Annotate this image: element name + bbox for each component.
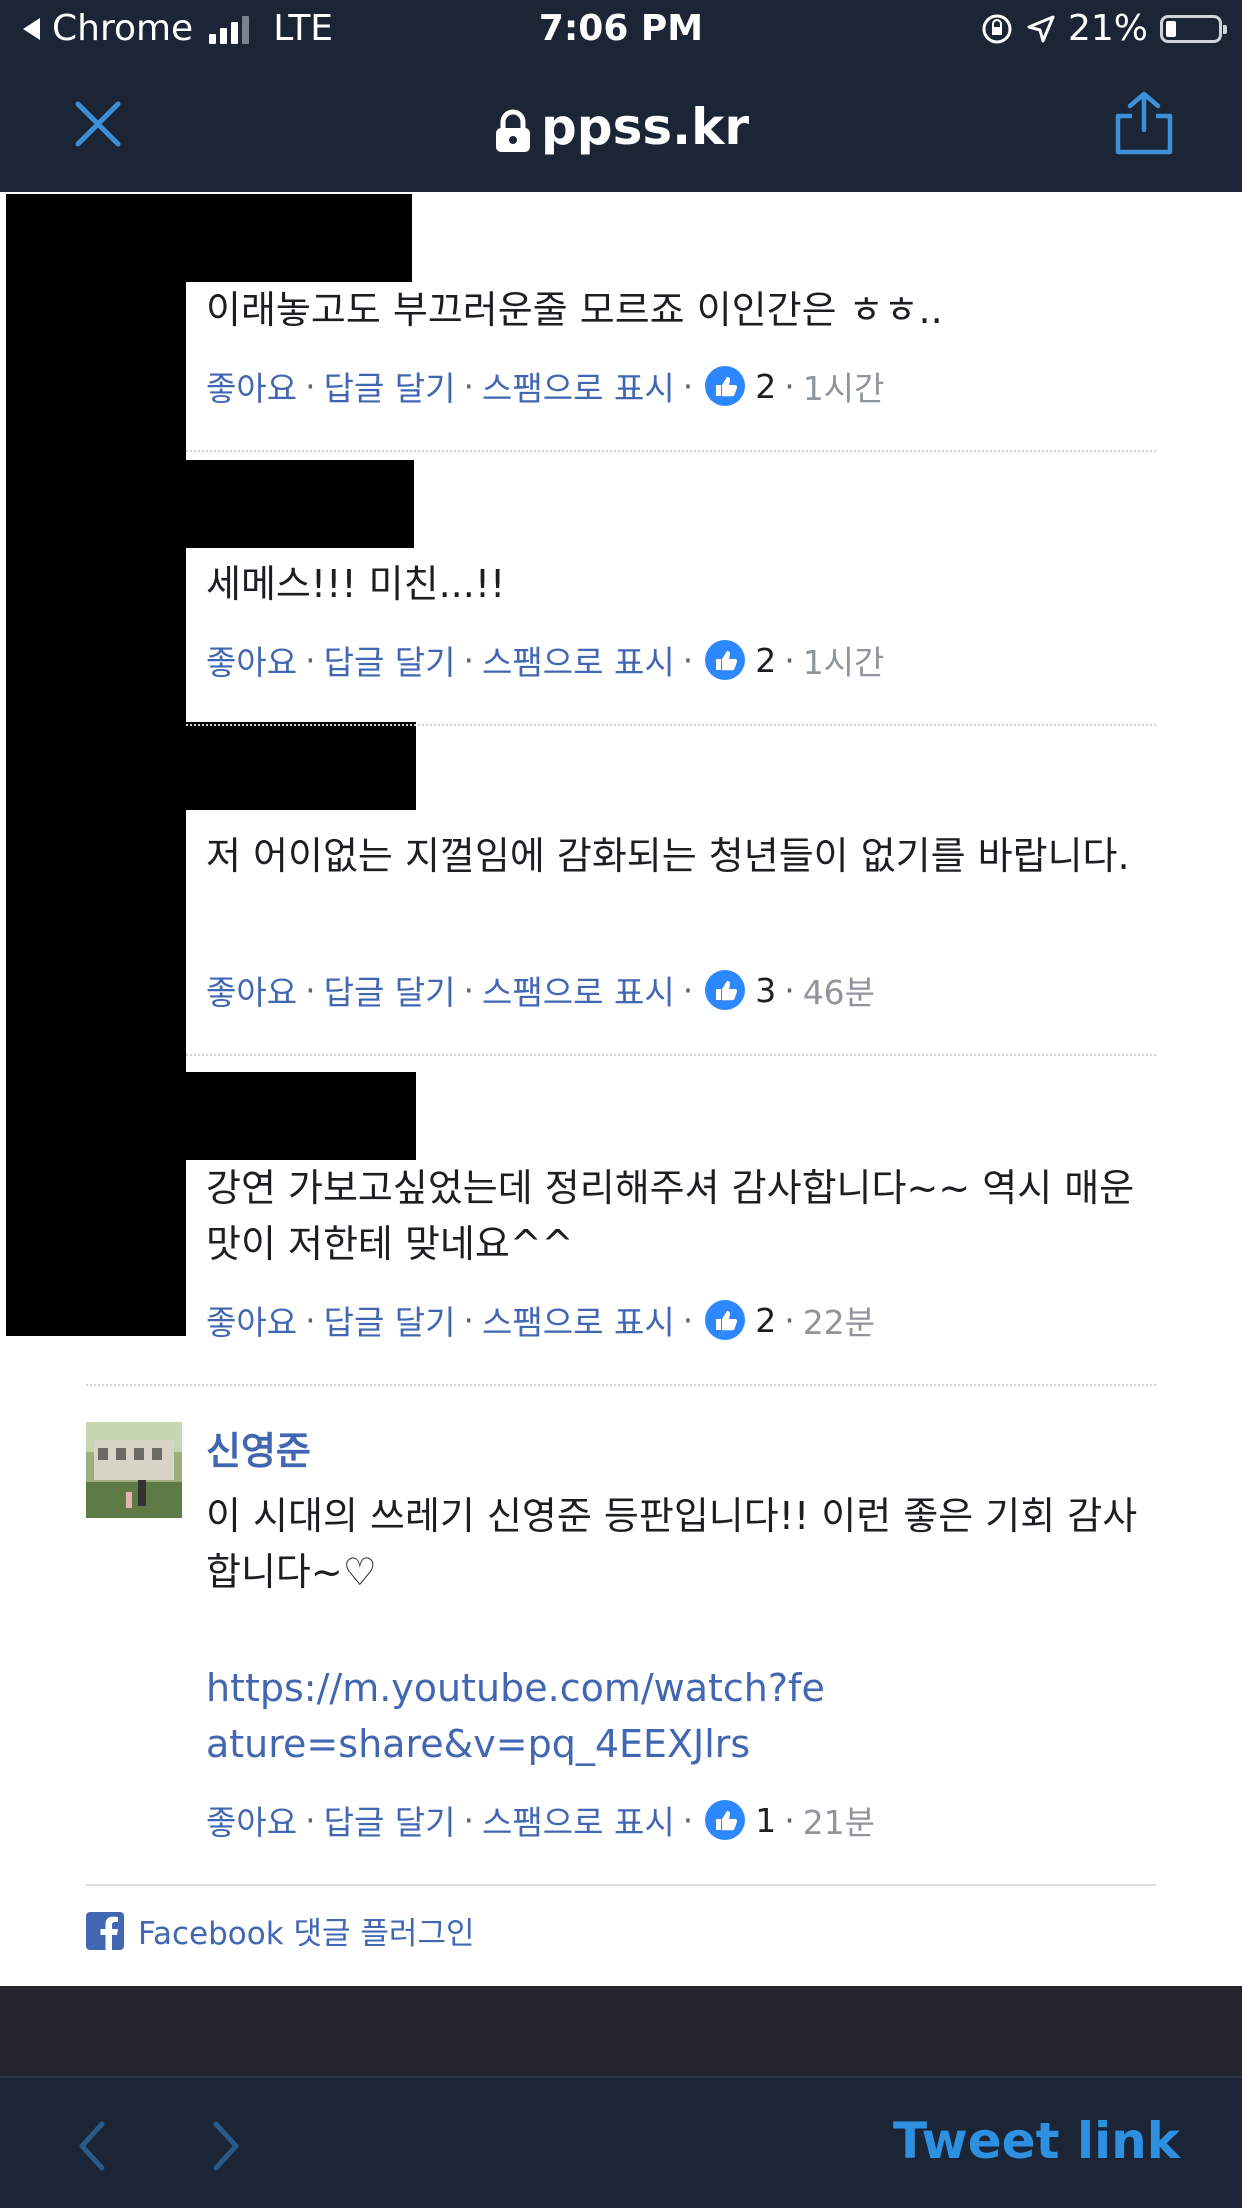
lock-icon — [495, 109, 530, 152]
thumbs-up-icon — [705, 970, 746, 1010]
battery-icon — [1160, 14, 1227, 43]
comments-content: 이래놓고도 부끄러운줄 모르죠 이인간은 ㅎㅎ.. 좋아요 · 답글 달기 · 스팸… — [0, 192, 1242, 1986]
redacted-block — [6, 194, 186, 1336]
like-count: 2 — [755, 640, 777, 680]
reply-link[interactable]: 답글 달기 — [324, 1796, 456, 1844]
forward-arrow-icon[interactable] — [206, 2116, 246, 2176]
comment-author[interactable]: 신영준 — [206, 1420, 311, 1475]
reply-link[interactable]: 답글 달기 — [324, 966, 456, 1014]
thumbs-up-icon — [705, 1800, 746, 1840]
reply-link[interactable]: 답글 달기 — [324, 362, 456, 410]
url-display[interactable]: ppss.kr — [0, 98, 1242, 156]
thumbs-up-icon — [705, 1300, 746, 1340]
plugin-divider — [86, 1884, 1156, 1886]
spam-link[interactable]: 스팸으로 표시 — [482, 1296, 675, 1344]
like-count: 2 — [755, 366, 777, 406]
spam-link[interactable]: 스팸으로 표시 — [482, 636, 675, 684]
spam-link[interactable]: 스팸으로 표시 — [482, 966, 675, 1014]
like-count: 2 — [755, 1300, 777, 1340]
status-bar: Chrome LTE 7:06 PM 21% — [0, 0, 1242, 64]
comment-text: 이 시대의 쓰레기 신영준 등판입니다!! 이런 좋은 기회 감사합니다~♡ — [206, 1494, 1138, 1594]
redacted-block — [186, 1072, 416, 1160]
like-link[interactable]: 좋아요 — [206, 1796, 297, 1844]
location-icon — [1027, 15, 1055, 42]
redacted-block — [186, 194, 412, 282]
comment-time: 21분 — [802, 1803, 876, 1842]
browser-toolbar: Tweet link — [0, 2076, 1242, 2208]
like-count: 1 — [755, 1800, 777, 1840]
comment-actions: 좋아요 · 답글 달기 · 스팸으로 표시 · 2 · 22분 — [206, 1296, 875, 1344]
comment-actions: 좋아요 · 답글 달기 · 스팸으로 표시 · 2 · 1시간 — [206, 636, 884, 684]
plugin-label: Facebook 댓글 플러그인 — [138, 1916, 475, 1952]
comment-actions: 좋아요 · 답글 달기 · 스팸으로 표시 · 3 · 46분 — [206, 966, 875, 1014]
youtube-link[interactable]: https://m.youtube.com/watch?feature=shar… — [206, 1660, 826, 1772]
facebook-plugin-footer[interactable]: Facebook 댓글 플러그인 — [86, 1908, 475, 1953]
tweet-link-button[interactable]: Tweet link — [893, 2112, 1180, 2170]
battery-percent: 21% — [1067, 8, 1148, 49]
avatar[interactable] — [86, 1422, 182, 1518]
reply-link[interactable]: 답글 달기 — [324, 1296, 456, 1344]
comment-text: 세메스!!! 미친...!! — [206, 562, 506, 606]
spam-link[interactable]: 스팸으로 표시 — [482, 362, 675, 410]
thumbs-up-icon — [705, 640, 746, 680]
spam-link[interactable]: 스팸으로 표시 — [482, 1796, 675, 1844]
facebook-icon — [86, 1911, 124, 1950]
comment-divider — [186, 450, 1156, 452]
url-domain: ppss.kr — [540, 98, 749, 156]
comment-time: 22분 — [802, 1303, 876, 1342]
like-link[interactable]: 좋아요 — [206, 1296, 297, 1344]
comment-divider — [86, 1384, 1156, 1386]
orientation-lock-icon — [982, 14, 1012, 43]
comment-time: 46분 — [802, 973, 876, 1012]
redacted-block — [186, 722, 416, 810]
like-link[interactable]: 좋아요 — [206, 966, 297, 1014]
redacted-block — [186, 460, 414, 548]
page-bottom-strip — [0, 1986, 1242, 2076]
back-arrow-icon[interactable] — [72, 2116, 112, 2176]
reply-link[interactable]: 답글 달기 — [324, 636, 456, 684]
thumbs-up-icon — [705, 366, 746, 406]
comment-time: 1시간 — [802, 643, 885, 682]
comment-actions: 좋아요 · 답글 달기 · 스팸으로 표시 · 2 · 1시간 — [206, 362, 884, 410]
comment-actions: 좋아요 · 답글 달기 · 스팸으로 표시 · 1 · 21분 — [206, 1796, 875, 1844]
comment-divider — [186, 1054, 1156, 1056]
like-count: 3 — [755, 970, 777, 1010]
comment-divider — [186, 724, 1156, 726]
browser-nav-bar: ppss.kr — [0, 64, 1242, 192]
share-icon[interactable] — [1112, 90, 1176, 156]
comment-text: 강연 가보고싶었는데 정리해주셔 감사합니다~~ 역시 매운맛이 저한테 맞네요… — [206, 1166, 1135, 1266]
like-link[interactable]: 좋아요 — [206, 362, 297, 410]
comment-text: 저 어이없는 지껄임에 감화되는 청년들이 없기를 바랍니다. — [206, 834, 1130, 878]
status-right: 21% — [980, 8, 1227, 49]
comment-text: 이래놓고도 부끄러운줄 모르죠 이인간은 ㅎㅎ.. — [206, 288, 943, 332]
like-link[interactable]: 좋아요 — [206, 636, 297, 684]
comment-time: 1시간 — [802, 369, 885, 408]
